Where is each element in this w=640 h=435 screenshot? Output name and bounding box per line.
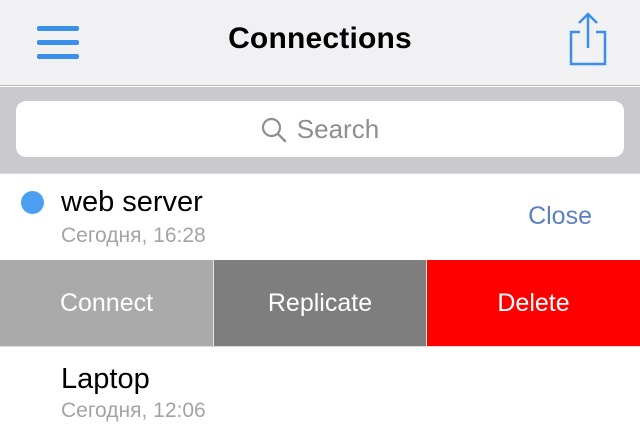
connect-button[interactable]: Connect bbox=[0, 260, 213, 346]
swipe-actions: Connect Replicate Delete bbox=[0, 260, 640, 346]
search-icon bbox=[261, 117, 286, 143]
delete-button[interactable]: Delete bbox=[427, 260, 640, 346]
search-input[interactable]: Search bbox=[16, 101, 624, 157]
share-icon[interactable] bbox=[566, 10, 610, 68]
navigation-bar: Connections bbox=[0, 0, 640, 86]
connection-timestamp: Сегодня, 12:06 bbox=[61, 399, 206, 422]
connection-timestamp: Сегодня, 16:28 bbox=[61, 224, 206, 247]
close-button[interactable]: Close bbox=[528, 202, 592, 231]
search-placeholder: Search bbox=[296, 114, 380, 144]
connection-row[interactable]: web server Сегодня, 16:28 Close bbox=[0, 173, 640, 260]
search-bar: Search bbox=[0, 87, 640, 173]
page-title: Connections bbox=[228, 22, 412, 55]
status-dot bbox=[21, 191, 44, 214]
connection-name: web server bbox=[61, 186, 203, 218]
connection-name: Laptop bbox=[61, 363, 150, 395]
connection-row[interactable]: Laptop Сегодня, 12:06 bbox=[0, 346, 640, 435]
replicate-button[interactable]: Replicate bbox=[214, 260, 426, 346]
